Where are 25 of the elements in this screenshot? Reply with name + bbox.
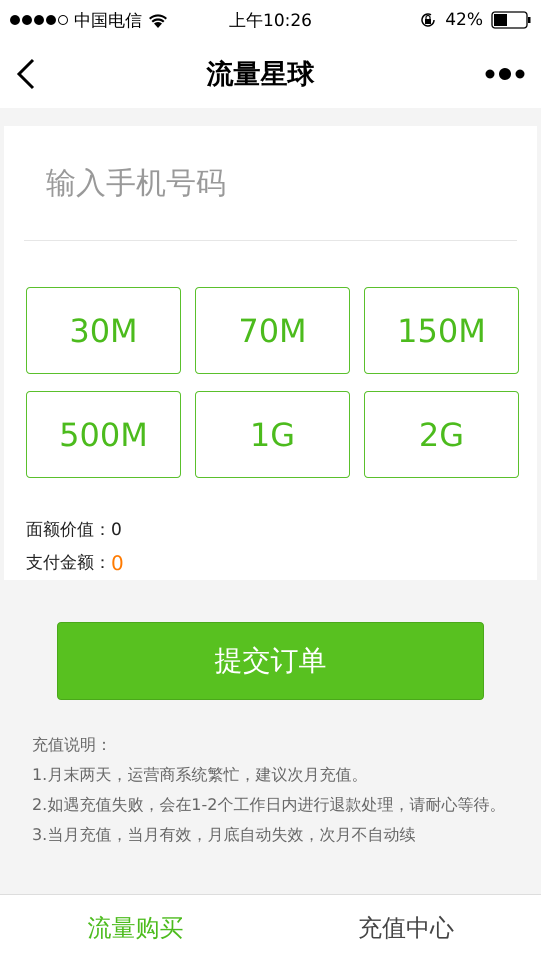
battery-icon	[491, 11, 531, 29]
note-text: 3.当月充值，当月有效，月底自动失效，次月不自动续	[32, 824, 416, 846]
pay-amount-value: 0	[111, 550, 124, 574]
carrier-name: 中国电信	[74, 10, 142, 32]
submit-order-button[interactable]: 提交订单	[57, 622, 484, 700]
package-option[interactable]: 30M	[26, 287, 181, 374]
package-option[interactable]: 150M	[364, 287, 519, 374]
package-option[interactable]: 500M	[26, 391, 181, 478]
signal-icon	[10, 15, 68, 25]
face-value-label: 面额价值：	[26, 519, 111, 541]
face-value-amount: 0	[111, 520, 122, 540]
more-icon[interactable]	[485, 67, 525, 81]
package-option[interactable]: 2G	[364, 391, 519, 478]
note-text: 充值说明：	[32, 734, 113, 756]
package-option[interactable]: 70M	[195, 287, 350, 374]
package-option[interactable]: 1G	[195, 391, 350, 478]
note-text: 1.月末两天，运营商系统繁忙，建议次月充值。	[32, 764, 368, 786]
pay-amount-label: 支付金额：	[26, 552, 111, 574]
clock-time: 上午10:26	[229, 10, 312, 32]
battery-percent: 42%	[445, 10, 483, 30]
rotation-lock-icon	[419, 11, 438, 29]
page-title: 流量星球	[206, 58, 314, 92]
wifi-icon	[148, 12, 168, 28]
note-text: 2.如遇充值失败，会在1-2个工作日内进行退款处理，请耐心等待。	[32, 794, 506, 816]
back-icon[interactable]	[16, 58, 36, 90]
